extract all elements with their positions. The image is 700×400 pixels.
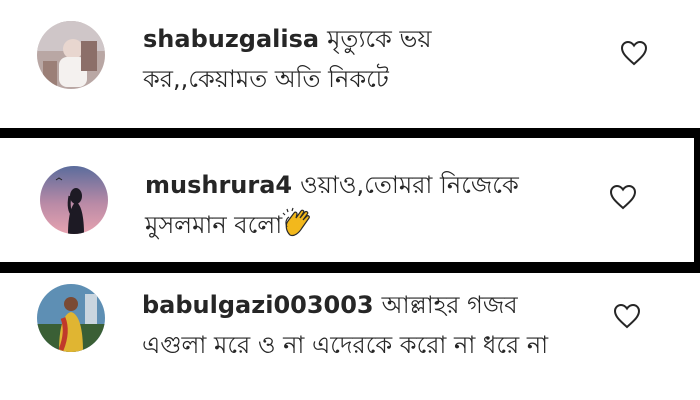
comments-list: shabuzgalisa মৃত্যুকে ভয় কর,,কেয়ামত অতি… [0, 0, 700, 400]
comment-text: babulgazi003003 আল্লাহর গজব এগুলা মরে ও ন… [142, 285, 582, 365]
heart-outline-icon[interactable] [609, 184, 637, 210]
comment-text: mushrura4 ওয়াও,তোমরা নিজেকে মুসলমান বলো [145, 165, 565, 245]
comment-text: shabuzgalisa মৃত্যুকে ভয় কর,,কেয়ামত অতি… [143, 19, 563, 99]
comment-username[interactable]: shabuzgalisa [143, 25, 319, 53]
avatar[interactable] [40, 166, 108, 234]
avatar[interactable] [37, 284, 105, 352]
user-avatar-photo [37, 284, 105, 352]
comment-item: shabuzgalisa মৃত্যুকে ভয় কর,,কেয়ামত অতি… [0, 0, 700, 128]
comment-item: babulgazi003003 আল্লাহর গজব এগুলা মরে ও ন… [0, 273, 700, 400]
comment-username[interactable]: babulgazi003003 [142, 291, 374, 319]
heart-outline-icon[interactable] [613, 303, 641, 329]
user-avatar-photo [37, 21, 105, 89]
comment-item: mushrura4 ওয়াও,তোমরা নিজেকে মুসলমান বলো [0, 138, 694, 262]
user-avatar-photo [40, 166, 108, 234]
comment-username[interactable]: mushrura4 [145, 171, 292, 199]
clapping-hands-emoji [282, 207, 311, 237]
heart-outline-icon[interactable] [620, 40, 648, 66]
avatar[interactable] [37, 21, 105, 89]
